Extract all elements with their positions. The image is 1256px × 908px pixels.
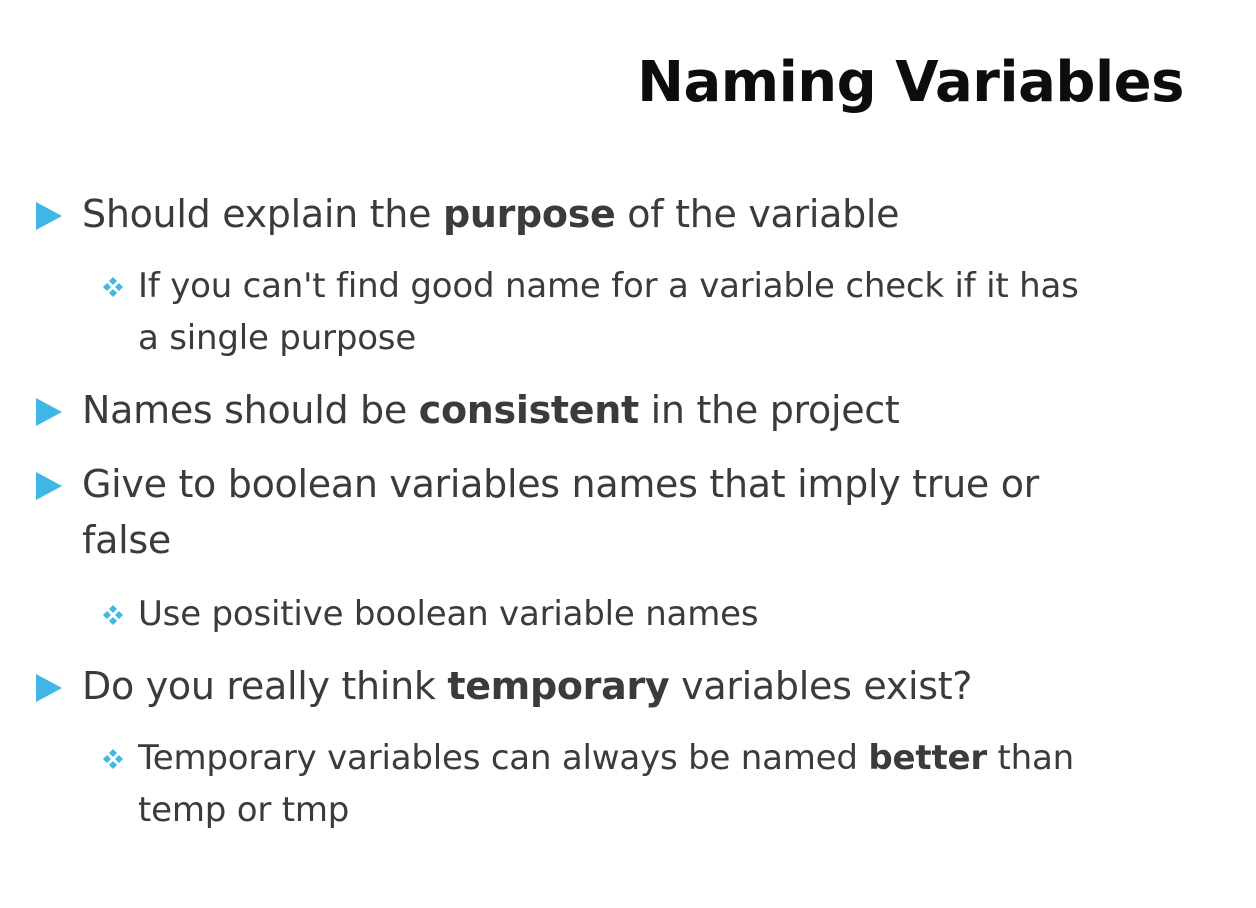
four-diamond-bullet-icon — [103, 605, 123, 625]
bullet-2-text-bold: consistent — [418, 388, 639, 432]
sub-bullet-1-line-1: If you can't find good name for a variab… — [138, 266, 1079, 306]
bullet-1-text-bold: purpose — [442, 192, 616, 236]
bullet-1-text-pre: Should explain the — [82, 192, 443, 236]
bullet-4-text-pre: Do you really think — [82, 664, 448, 708]
triangle-bullet-icon — [36, 202, 62, 230]
bullet-2-text-pre: Names should be — [82, 388, 419, 432]
four-diamond-bullet-icon — [103, 749, 123, 769]
bullet-2-text-post: in the project — [638, 388, 900, 432]
triangle-bullet-icon — [36, 398, 62, 426]
slide: Naming Variables Should explain the purp… — [0, 0, 1256, 908]
bullet-4: Do you really think temporary variables … — [82, 658, 972, 714]
sub-bullet-4-line-1: Temporary variables can always be named … — [138, 732, 1074, 784]
triangle-bullet-icon — [36, 674, 62, 702]
sub-bullet-4-text-pre: Temporary variables can always be named — [138, 738, 869, 778]
bullet-4-text-post: variables exist? — [669, 664, 973, 708]
triangle-bullet-icon — [36, 472, 62, 500]
sub-bullet-4-line-2: temp or tmp — [138, 790, 350, 830]
four-diamond-bullet-icon — [103, 277, 123, 297]
slide-title: Naming Variables — [637, 50, 1184, 115]
bullet-3-line-2: false — [82, 518, 171, 562]
bullet-1: Should explain the purpose of the variab… — [82, 186, 900, 242]
bullet-4-text-bold: temporary — [447, 664, 670, 708]
sub-bullet-4-text-post: than — [986, 738, 1075, 778]
sub-bullet-4-text-bold: better — [868, 738, 987, 778]
bullet-3-line-1: Give to boolean variables names that imp… — [82, 462, 1040, 506]
bullet-1-text-post: of the variable — [615, 192, 900, 236]
sub-bullet-3-line-1: Use positive boolean variable names — [138, 594, 759, 634]
sub-bullet-1-line-2: a single purpose — [138, 318, 417, 358]
bullet-2: Names should be consistent in the projec… — [82, 382, 900, 438]
